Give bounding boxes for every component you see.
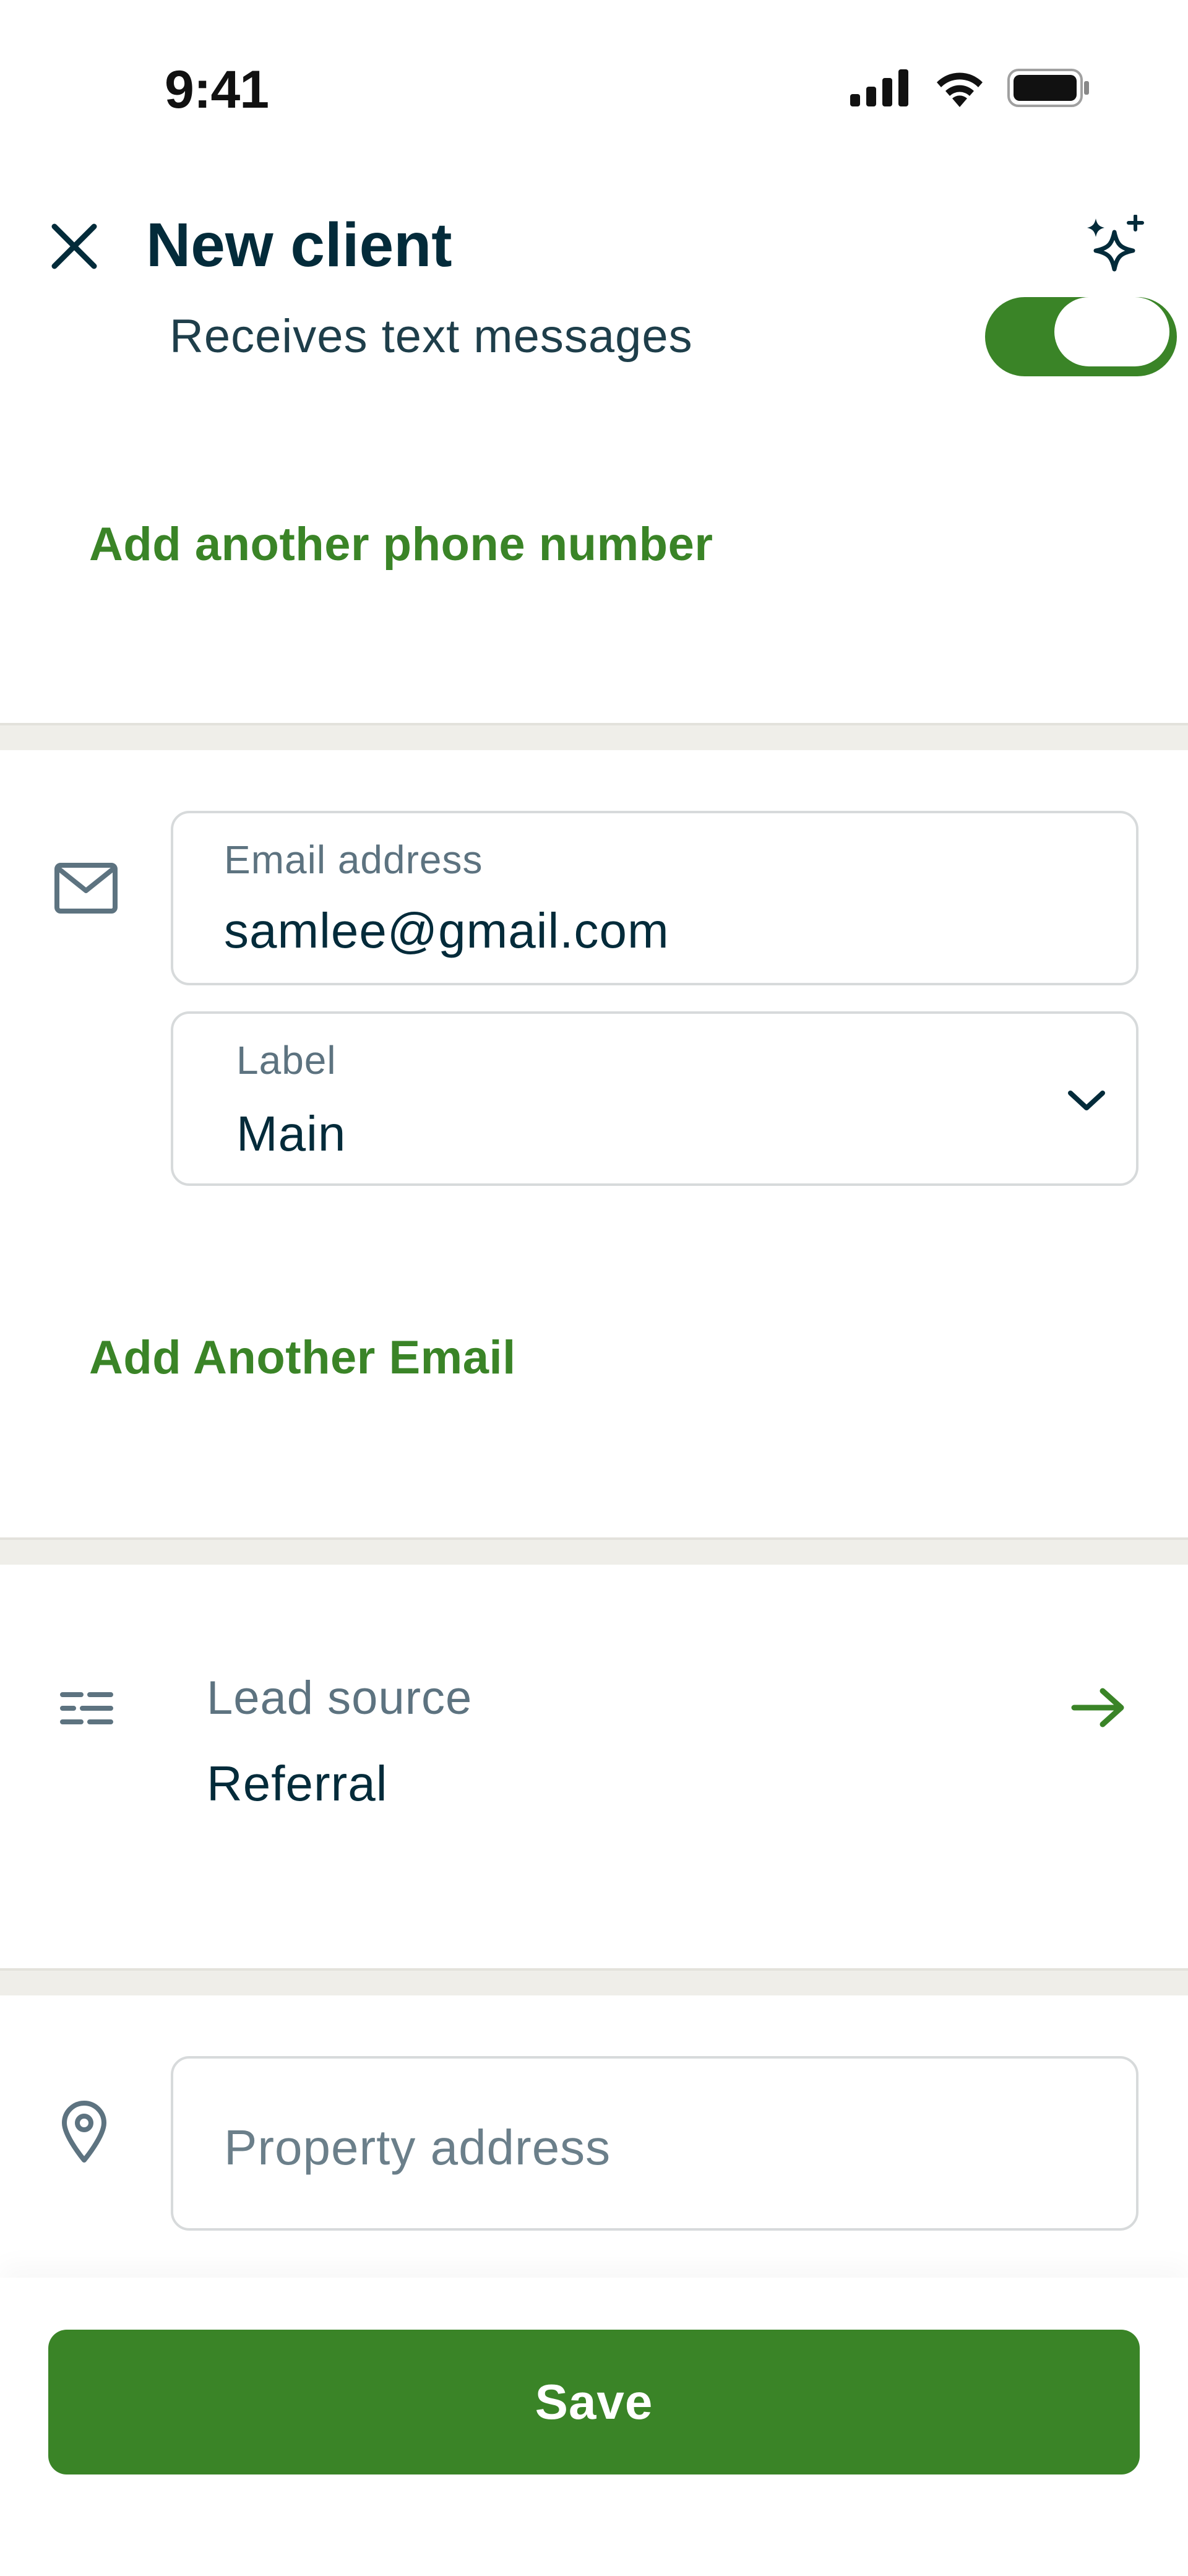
bottom-bar: Save xyxy=(0,2278,1188,2576)
email-field[interactable]: Email address samlee@gmail.com xyxy=(171,811,1138,985)
sparkle-icon xyxy=(1082,214,1147,282)
location-pin-icon xyxy=(53,2094,115,2169)
status-icons xyxy=(850,63,1089,113)
status-time: 9:41 xyxy=(165,60,269,119)
section-divider xyxy=(0,1537,1188,1565)
email-label-select-label: Label xyxy=(236,1038,337,1083)
envelope-icon xyxy=(52,854,120,922)
email-label-select-value: Main xyxy=(236,1106,346,1161)
section-divider xyxy=(0,723,1188,750)
signal-icon xyxy=(850,69,912,106)
battery-icon xyxy=(1007,69,1089,107)
save-button[interactable]: Save xyxy=(48,2330,1140,2474)
text-messages-toggle[interactable] xyxy=(985,297,1177,376)
close-icon xyxy=(50,222,99,274)
sparkle-button[interactable] xyxy=(1074,208,1155,288)
wifi-icon xyxy=(933,69,986,107)
new-client-screen: 9:41 New client Receives text messages A… xyxy=(0,0,1188,2576)
section-divider xyxy=(0,1968,1188,1995)
add-email-link[interactable]: Add Another Email xyxy=(89,1331,516,1385)
toggle-knob xyxy=(1054,297,1169,366)
header: New client xyxy=(0,186,1188,309)
property-address-input[interactable]: Property address xyxy=(171,2056,1138,2231)
email-label-select[interactable]: Label Main xyxy=(171,1011,1138,1186)
email-field-value: samlee@gmail.com xyxy=(224,903,669,958)
list-icon xyxy=(57,1679,116,1738)
lead-source-label: Lead source xyxy=(207,1672,473,1724)
text-messages-label: Receives text messages xyxy=(170,310,693,363)
close-button[interactable] xyxy=(37,210,111,285)
chevron-down-icon xyxy=(1062,1076,1111,1125)
add-phone-link[interactable]: Add another phone number xyxy=(89,517,713,571)
text-messages-row: Receives text messages xyxy=(0,297,1188,378)
lead-source-row[interactable]: Lead source Referral xyxy=(0,1622,1188,1820)
email-field-label: Email address xyxy=(224,837,483,882)
page-title: New client xyxy=(146,210,452,280)
property-address-placeholder: Property address xyxy=(224,2120,611,2175)
status-bar: 9:41 xyxy=(0,0,1188,149)
arrow-right-icon xyxy=(1064,1674,1132,1742)
lead-source-value: Referral xyxy=(207,1756,388,1811)
